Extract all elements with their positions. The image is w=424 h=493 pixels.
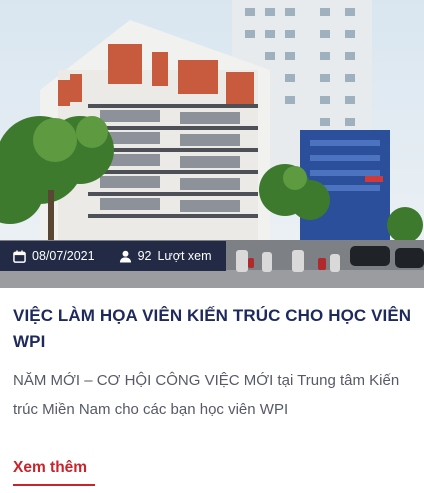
read-more-underline [13, 484, 95, 486]
post-meta-bar: 08/07/2021 92 Lượt xem [0, 241, 226, 271]
post-date-text: 08/07/2021 [32, 249, 95, 263]
news-card: 08/07/2021 92 Lượt xem VIỆC LÀM HỌA VIÊN… [0, 0, 424, 493]
read-more-link[interactable]: Xem thêm [13, 459, 87, 477]
view-count: 92 [137, 249, 152, 263]
user-icon [119, 250, 131, 263]
post-title[interactable]: VIỆC LÀM HỌA VIÊN KIẾN TRÚC CHO HỌC VIÊN… [13, 303, 413, 355]
view-label: Lượt xem [157, 249, 212, 263]
post-excerpt: NĂM MỚI – CƠ HỘI CÔNG VIỆC MỚI tại Trung… [13, 372, 400, 418]
post-thumbnail[interactable]: 08/07/2021 92 Lượt xem [0, 0, 424, 288]
post-views: 92 Lượt xem [119, 249, 212, 263]
calendar-icon [13, 249, 26, 263]
post-date: 08/07/2021 [13, 249, 95, 263]
